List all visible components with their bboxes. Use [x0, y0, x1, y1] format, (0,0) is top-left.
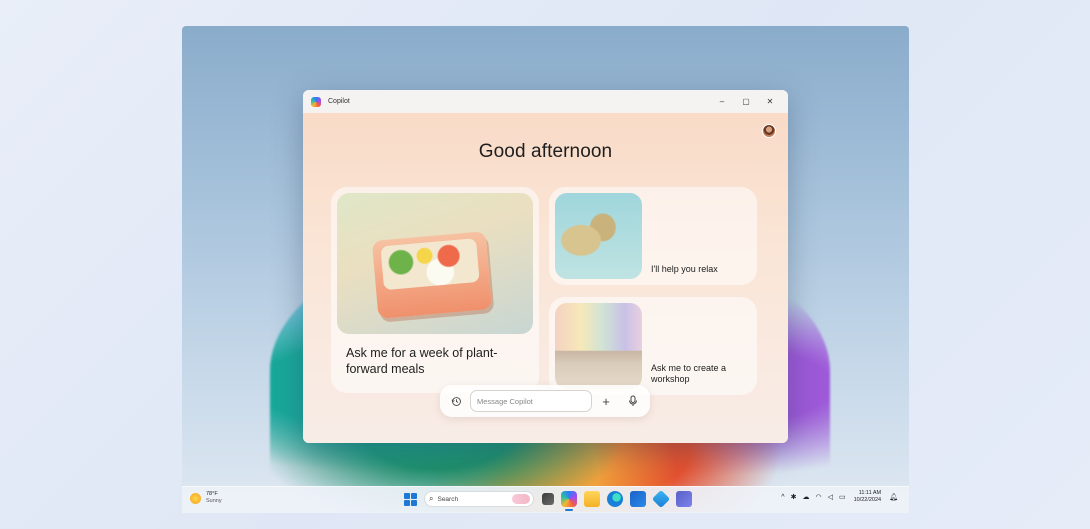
window-title: Copilot — [328, 98, 350, 105]
copilot-logo-icon — [311, 96, 321, 107]
lunchbox-illustration — [371, 231, 493, 319]
taskbar: 78°F Sunny ⌕ Search ^ ✱ ☁ ◠ ◁ ▭ 11:11 AM… — [182, 486, 909, 513]
suggestion-card-meals[interactable]: Ask me for a week of plant-forward meals — [331, 187, 539, 393]
battery-icon[interactable]: ▭ — [839, 493, 846, 501]
bluetooth-icon[interactable]: ✱ — [791, 493, 797, 501]
suggestion-card-label: Ask me to create a workshop — [651, 363, 727, 384]
maximize-button[interactable]: ▢ — [734, 90, 758, 113]
search-icon: ⌕ — [429, 494, 434, 503]
window-controls: – ▢ ✕ — [710, 90, 782, 113]
minimize-button[interactable]: – — [710, 90, 734, 113]
search-highlight-icon — [512, 494, 530, 504]
weather-widget[interactable]: 78°F Sunny — [190, 491, 222, 505]
greeting-heading: Good afternoon — [478, 141, 613, 162]
volume-icon[interactable]: ◁ — [828, 493, 833, 501]
title-bar[interactable]: Copilot – ▢ ✕ — [303, 90, 788, 113]
copilot-taskbar-icon[interactable] — [560, 491, 577, 511]
clock-time: 11:11 AM — [858, 490, 882, 496]
microsoft-store-icon[interactable] — [629, 491, 646, 507]
workshop-table-image — [555, 303, 642, 389]
weather-temperature: 78°F — [206, 491, 218, 497]
history-icon — [451, 396, 461, 406]
clock-date: 10/22/2024 — [853, 497, 882, 503]
system-tray: ^ ✱ ☁ ◠ ◁ ▭ 11:11 AM 10/22/2024 🔔︎ — [778, 490, 901, 504]
ginkgo-leaves-image — [555, 193, 642, 279]
taskbar-search[interactable]: ⌕ Search — [424, 491, 534, 507]
weather-condition: Sunny — [206, 498, 222, 504]
plus-icon: + — [602, 393, 610, 409]
task-view-icon[interactable] — [541, 493, 554, 505]
add-attachment-button[interactable]: + — [597, 392, 615, 410]
suggestion-card-label: I'll help you relax — [651, 264, 718, 274]
microphone-icon — [629, 395, 637, 406]
message-input[interactable] — [470, 390, 592, 412]
copilot-window: Copilot – ▢ ✕ Good afternoon Ask me for … — [303, 90, 788, 443]
history-button[interactable] — [447, 392, 465, 410]
taskbar-apps: ⌕ Search — [404, 489, 695, 511]
file-explorer-icon[interactable] — [583, 491, 600, 507]
weather-sun-icon — [190, 492, 201, 504]
notification-bell-icon[interactable]: 🔔︎ — [889, 493, 898, 501]
chevron-up-icon[interactable]: ^ — [781, 494, 784, 501]
onedrive-cloud-icon[interactable]: ☁ — [802, 493, 809, 501]
close-button[interactable]: ✕ — [758, 90, 782, 113]
suggestion-card-relax[interactable]: I'll help you relax — [549, 187, 757, 285]
microphone-button[interactable] — [624, 392, 642, 410]
avatar[interactable] — [762, 124, 776, 138]
system-clock[interactable]: 11:11 AM 10/22/2024 — [854, 490, 882, 504]
teams-icon[interactable] — [675, 491, 692, 507]
wifi-icon[interactable]: ◠ — [815, 493, 821, 501]
suggestion-card-label: Ask me for a week of plant-forward meals — [346, 346, 498, 376]
copilot-home: Good afternoon Ask me for a week of plan… — [303, 113, 788, 443]
suggestion-card-workshop[interactable]: Ask me to create a workshop — [549, 297, 757, 395]
search-label: Search — [437, 495, 459, 503]
message-composer: + — [440, 385, 650, 417]
windows-start-icon[interactable] — [404, 492, 417, 506]
azure-icon[interactable] — [651, 489, 670, 509]
meal-prep-image — [337, 193, 533, 334]
edge-icon[interactable] — [606, 491, 623, 507]
